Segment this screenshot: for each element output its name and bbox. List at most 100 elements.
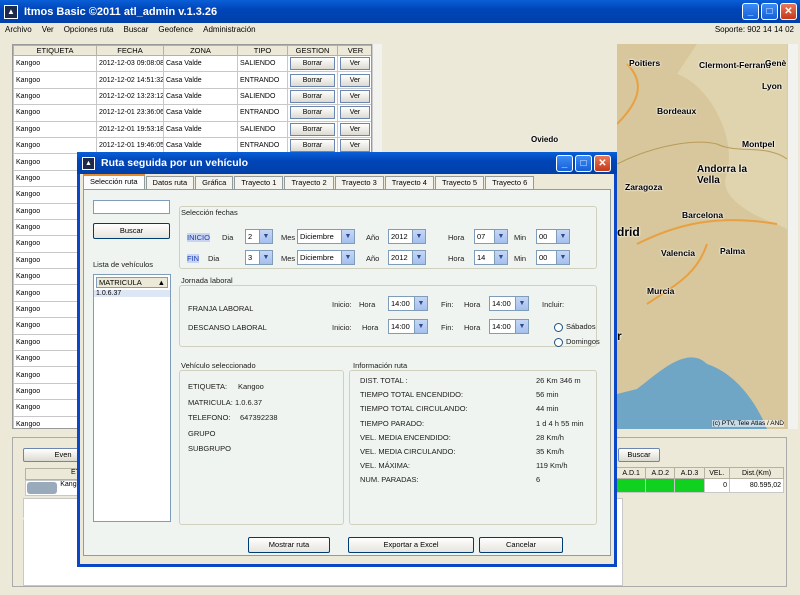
view-button[interactable]: Ver xyxy=(340,122,370,136)
table-cell: ENTRANDO xyxy=(237,104,288,122)
view-button[interactable]: Ver xyxy=(340,139,370,153)
table-cell: SALIENDO xyxy=(237,54,288,73)
table-cell: ENTRANDO xyxy=(237,71,288,89)
tab-seleccion-ruta[interactable]: Selección ruta xyxy=(83,174,145,189)
grid-header-ver[interactable]: VER xyxy=(337,45,371,56)
fin-dia-select[interactable]: 3 ▼ xyxy=(245,250,273,265)
descanso-inicio-select[interactable]: 14:00 ▼ xyxy=(388,319,428,334)
delete-button[interactable]: Borrar xyxy=(290,122,335,136)
delete-button[interactable]: Borrar xyxy=(290,139,335,153)
sabados-radio[interactable] xyxy=(554,322,563,332)
grid-header-gestion[interactable]: GESTION xyxy=(287,45,338,56)
gestion-cell: Borrar xyxy=(287,120,338,138)
delete-button[interactable]: Borrar xyxy=(290,57,335,71)
descanso-hora-label: Hora xyxy=(362,323,379,332)
descanso-fin-value: 14:00 xyxy=(492,322,511,331)
bottom-dist: 80.595,02 xyxy=(729,478,784,493)
grid-header-zona[interactable]: ZONA xyxy=(163,45,238,56)
delete-button[interactable]: Borrar xyxy=(290,106,335,120)
vehicle-info-label: ETIQUETA: xyxy=(188,382,228,391)
fin-anio-label: Año xyxy=(366,254,380,263)
menu-opciones-ruta[interactable]: Opciones ruta xyxy=(59,25,119,34)
table-row[interactable]: Kangoo 2012-12-02 14:51:32 Casa Valde ENTRA… xyxy=(13,71,371,89)
menu-ver[interactable]: Ver xyxy=(37,25,59,34)
map-label-poitiers: Poitiers xyxy=(629,58,661,68)
descanso-fin-label: Fin: xyxy=(441,323,454,332)
fin-mes-select[interactable]: Diciembre ▼ xyxy=(297,250,355,265)
tab-trayecto-6[interactable]: Trayecto 6 xyxy=(485,176,535,189)
dialog-close-button[interactable]: ✕ xyxy=(594,155,611,172)
fin-mes-label: Mes xyxy=(281,254,296,263)
tab-trayecto-2[interactable]: Trayecto 2 xyxy=(284,176,334,189)
minimize-button[interactable]: _ xyxy=(742,3,759,20)
table-cell: Kangoo xyxy=(13,54,97,73)
inicio-dia-select[interactable]: 2 ▼ xyxy=(245,229,273,244)
tab-trayecto-1[interactable]: Trayecto 1 xyxy=(234,176,284,189)
fin-hora-select[interactable]: 14 ▼ xyxy=(474,250,508,265)
sabados-option[interactable]: Sábados xyxy=(554,322,596,332)
tab-trayecto-4[interactable]: Trayecto 4 xyxy=(384,176,434,189)
dialog-minimize-button[interactable]: _ xyxy=(556,155,573,172)
domingos-radio[interactable] xyxy=(554,337,563,347)
menu-geofence[interactable]: Geofence xyxy=(153,25,198,34)
matricula-item[interactable]: 1.0.6.37 xyxy=(94,290,170,297)
grid-header-fecha[interactable]: FECHA xyxy=(96,45,164,56)
tab-grafica[interactable]: Gráfica xyxy=(195,176,234,189)
route-stat-label: DIST. TOTAL : xyxy=(360,376,408,385)
franja-inicio-select[interactable]: 14:00 ▼ xyxy=(388,296,428,311)
route-stat-row: TIEMPO TOTAL ENCENDIDO: 56 min xyxy=(360,390,590,404)
menu-archivo[interactable]: Archivo xyxy=(0,25,37,34)
table-row[interactable]: Kangoo 2012-12-01 23:36:06 Casa Valde ENTRA… xyxy=(13,104,371,122)
export-excel-button[interactable]: Exportar a Excel xyxy=(348,537,474,553)
delete-button[interactable]: Borrar xyxy=(290,89,335,103)
table-cell: 2012-12-01 19:53:18 xyxy=(96,120,164,138)
menu-buscar[interactable]: Buscar xyxy=(119,25,154,34)
close-button[interactable]: ✕ xyxy=(780,3,797,20)
grid-header-etiqueta[interactable]: ETIQUETA xyxy=(13,45,97,56)
franja-inicio-label: Inicio: xyxy=(332,300,352,309)
map-scrollbar[interactable] xyxy=(787,44,798,429)
fin-anio-select[interactable]: 2012 ▼ xyxy=(388,250,426,265)
bottom-vehicle-row[interactable]: Kang xyxy=(25,480,85,496)
dialog-maximize-button[interactable]: □ xyxy=(575,155,592,172)
menu-administracion[interactable]: Administración xyxy=(198,25,260,34)
franja-label: FRANJA LABORAL xyxy=(188,304,254,313)
franja-fin-value: 14:00 xyxy=(492,299,511,308)
tab-trayecto-5[interactable]: Trayecto 5 xyxy=(434,176,485,189)
map-view[interactable]: Poitiers Clermont-Ferrand Lyon Genè Bord… xyxy=(617,44,787,429)
table-row[interactable]: Kangoo 2012-12-02 13:23:12 Casa Valde SALIE… xyxy=(13,87,371,106)
view-button[interactable]: Ver xyxy=(340,57,370,71)
show-route-button[interactable]: Mostrar ruta xyxy=(248,537,330,553)
tab-trayecto-3[interactable]: Trayecto 3 xyxy=(334,176,384,189)
grid-header-tipo[interactable]: TIPO xyxy=(237,45,288,56)
chevron-down-icon: ▼ xyxy=(494,230,507,243)
view-button[interactable]: Ver xyxy=(340,89,370,103)
inicio-anio-select[interactable]: 2012 ▼ xyxy=(388,229,426,244)
gestion-cell: Borrar xyxy=(287,71,338,89)
fin-min-select[interactable]: 00 ▼ xyxy=(536,250,570,265)
vehicle-listbox[interactable]: MATRICULA ▲ 1.0.6.37 xyxy=(93,274,171,522)
app-title: Itmos Basic ©2011 atl_admin v.1.3.26 xyxy=(24,5,218,18)
chevron-down-icon: ▼ xyxy=(515,320,528,333)
table-row[interactable]: Kangoo 2012-12-03 09:08:08 Casa Valde SALIE… xyxy=(13,54,371,73)
descanso-fin-select[interactable]: 14:00 ▼ xyxy=(489,319,529,334)
table-row[interactable]: Kangoo 2012-12-01 19:53:18 Casa Valde SALIE… xyxy=(13,120,371,138)
inicio-mes-select[interactable]: Diciembre ▼ xyxy=(297,229,355,244)
delete-button[interactable]: Borrar xyxy=(290,73,335,87)
tab-datos-ruta[interactable]: Datos ruta xyxy=(145,176,195,189)
cancel-button[interactable]: Cancelar xyxy=(479,537,563,553)
vehicle-search-button[interactable]: Buscar xyxy=(93,223,170,239)
view-button[interactable]: Ver xyxy=(340,106,370,120)
bottom-search-button[interactable]: Buscar xyxy=(618,448,660,462)
inicio-min-select[interactable]: 00 ▼ xyxy=(536,229,570,244)
descanso-fin-hora-label: Hora xyxy=(464,323,481,332)
inicio-hora-select[interactable]: 07 ▼ xyxy=(474,229,508,244)
franja-fin-select[interactable]: 14:00 ▼ xyxy=(489,296,529,311)
matricula-header[interactable]: MATRICULA ▲ xyxy=(96,277,168,288)
chevron-down-icon: ▼ xyxy=(515,297,528,310)
view-button[interactable]: Ver xyxy=(340,73,370,87)
vehicle-search-input[interactable] xyxy=(93,200,170,214)
dialog-title: Ruta seguida por un vehículo xyxy=(101,157,249,169)
maximize-button[interactable]: □ xyxy=(761,3,778,20)
domingos-option[interactable]: Domingos xyxy=(554,337,600,347)
